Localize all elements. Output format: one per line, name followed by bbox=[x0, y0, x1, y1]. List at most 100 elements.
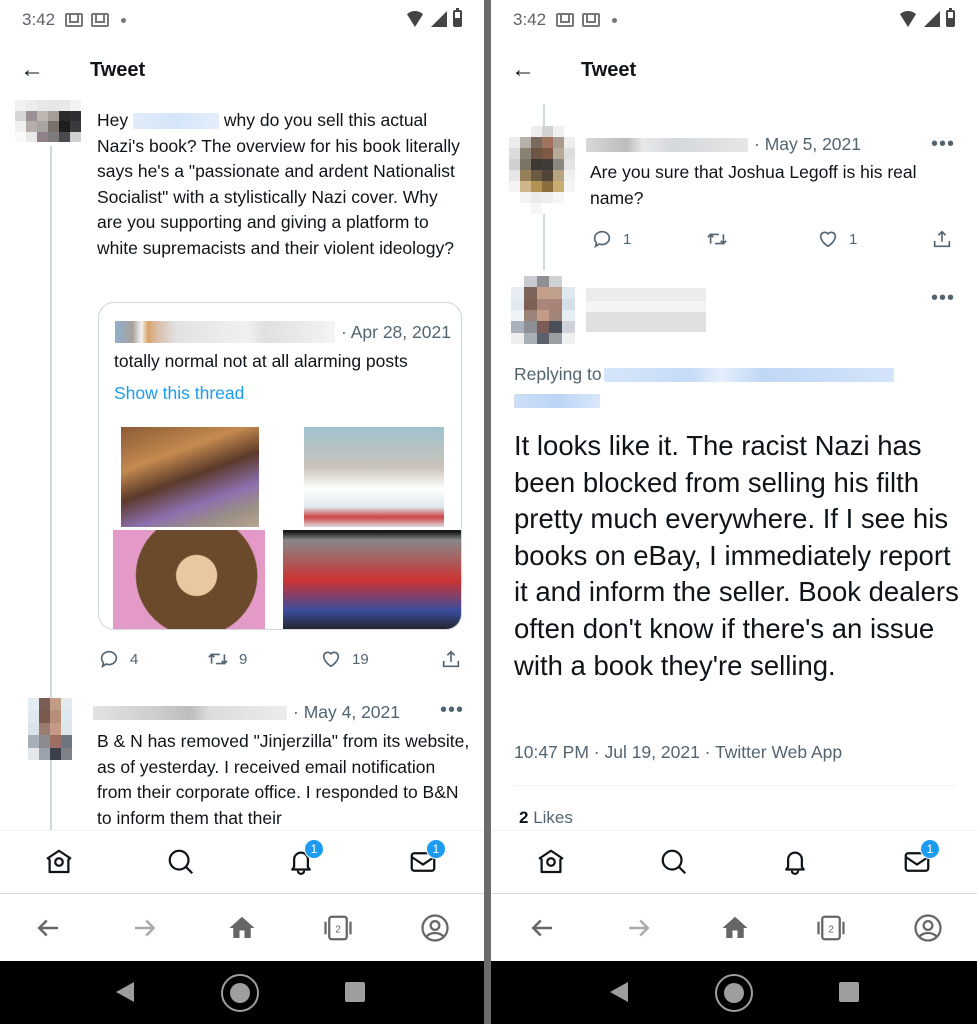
back-arrow-icon[interactable]: ← bbox=[20, 58, 44, 82]
more-options-icon[interactable]: ••• bbox=[931, 134, 955, 154]
blurred-author[interactable] bbox=[93, 705, 287, 720]
messages-tab[interactable]: 1 bbox=[902, 839, 940, 879]
browser-home-button[interactable] bbox=[227, 913, 257, 943]
illustration-image-4[interactable] bbox=[283, 530, 461, 629]
status-time: 3:42 bbox=[22, 10, 56, 29]
home-tab[interactable] bbox=[44, 847, 76, 879]
quote-date[interactable]: · Apr 28, 2021 bbox=[341, 322, 451, 343]
tweet-text: B & N has removed "Jinjerzilla" from its… bbox=[97, 731, 470, 828]
arrow-right-icon bbox=[629, 919, 650, 937]
status-time: 3:42 bbox=[513, 10, 547, 29]
browser-forward-button[interactable] bbox=[130, 913, 160, 943]
back-arrow-icon[interactable]: ← bbox=[511, 58, 535, 82]
battery-icon bbox=[946, 8, 955, 27]
parent-tweet-header: · May 5, 2021 bbox=[586, 134, 861, 155]
svg-text:2: 2 bbox=[828, 924, 834, 935]
browser-toolbar: 2 bbox=[491, 895, 977, 961]
divider bbox=[514, 785, 956, 786]
quoted-tweet-card[interactable]: · Apr 28, 2021 totally normal not at all… bbox=[98, 302, 462, 630]
browser-forward-button[interactable] bbox=[624, 913, 654, 943]
quote-text: totally normal not at all alarming posts bbox=[114, 351, 408, 371]
reply-button[interactable]: 1 bbox=[591, 228, 631, 250]
account-circle-icon bbox=[421, 914, 449, 942]
arrow-left-icon bbox=[531, 919, 552, 937]
account-circle-icon bbox=[914, 914, 942, 942]
retweet-icon bbox=[208, 653, 228, 665]
blurred-author[interactable] bbox=[115, 321, 335, 343]
tweet-date[interactable]: · May 4, 2021 bbox=[293, 702, 400, 723]
blurred-author[interactable] bbox=[586, 137, 748, 152]
status-bar: 3:42 bbox=[491, 0, 977, 40]
tabs-icon: 2 bbox=[324, 915, 352, 941]
blurred-mention[interactable] bbox=[133, 113, 219, 130]
browser-tabs-button[interactable]: 2 bbox=[323, 913, 353, 943]
right-phone-screen: 3:42 ← Tweet · May 5, 2021 ••• Are you s… bbox=[491, 0, 977, 1024]
tweet-text: Are you sure that Joshua Legoff is his r… bbox=[590, 162, 917, 208]
reply-icon bbox=[100, 650, 118, 669]
system-home-icon[interactable] bbox=[715, 974, 753, 1012]
blurred-author-name[interactable] bbox=[586, 288, 706, 332]
gmail-icon bbox=[556, 13, 575, 27]
tweet-timestamp[interactable]: 10:47 PM · Jul 19, 2021 · Twitter Web Ap… bbox=[514, 742, 842, 763]
blurred-mention[interactable] bbox=[514, 394, 600, 408]
browser-back-button[interactable] bbox=[33, 913, 63, 943]
notification-badge: 1 bbox=[304, 839, 324, 859]
browser-profile-button[interactable] bbox=[420, 913, 450, 943]
wifi-icon bbox=[405, 11, 425, 27]
likes-count-link[interactable]: 2 Likes bbox=[519, 808, 573, 828]
like-button[interactable]: 19 bbox=[320, 648, 369, 670]
top-app-bar: ← Tweet bbox=[0, 50, 484, 90]
retweet-button[interactable] bbox=[706, 228, 728, 250]
browser-back-button[interactable] bbox=[527, 913, 557, 943]
system-back-icon[interactable] bbox=[610, 982, 628, 1002]
search-tab[interactable] bbox=[659, 847, 691, 879]
page-title: Tweet bbox=[90, 58, 146, 81]
system-recents-icon[interactable] bbox=[345, 982, 365, 1002]
thread-line bbox=[543, 214, 545, 270]
show-thread-link[interactable]: Show this thread bbox=[114, 383, 244, 404]
notifications-tab[interactable]: 1 bbox=[286, 839, 324, 879]
system-navigation-bar bbox=[491, 961, 977, 1024]
gmail-icon bbox=[65, 13, 84, 27]
reply-button[interactable]: 4 bbox=[98, 648, 138, 670]
search-icon bbox=[168, 849, 194, 875]
focused-tweet-text: It looks like it. The racist Nazi has be… bbox=[514, 430, 959, 681]
tweet-date[interactable]: · May 5, 2021 bbox=[754, 134, 861, 155]
messages-tab[interactable]: 1 bbox=[408, 839, 446, 879]
messages-badge: 1 bbox=[920, 839, 940, 859]
more-options-icon[interactable]: ••• bbox=[931, 288, 955, 308]
home-tab[interactable] bbox=[536, 847, 568, 879]
avatar[interactable] bbox=[28, 698, 72, 760]
search-tab[interactable] bbox=[166, 847, 198, 879]
quote-media-grid[interactable] bbox=[99, 423, 461, 629]
avatar[interactable] bbox=[15, 100, 81, 142]
browser-profile-button[interactable] bbox=[913, 913, 943, 943]
cartoon-image-3[interactable] bbox=[113, 530, 265, 629]
bottom-tab-bar: 1 1 bbox=[0, 830, 484, 894]
browser-toolbar: 2 bbox=[0, 895, 484, 961]
system-recents-icon[interactable] bbox=[839, 982, 859, 1002]
more-options-icon[interactable]: ••• bbox=[440, 700, 464, 720]
notifications-tab[interactable] bbox=[780, 847, 812, 879]
blurred-mention[interactable] bbox=[603, 367, 894, 382]
replying-to: Replying to bbox=[514, 364, 894, 385]
system-back-icon[interactable] bbox=[116, 982, 134, 1002]
system-home-icon[interactable] bbox=[221, 974, 259, 1012]
browser-tabs-button[interactable]: 2 bbox=[816, 913, 846, 943]
left-phone-screen: 3:42 ← Tweet Hey why do you sell this ac… bbox=[0, 0, 484, 1024]
svg-text:2: 2 bbox=[335, 924, 341, 935]
share-button[interactable] bbox=[931, 228, 953, 250]
top-app-bar: ← Tweet bbox=[491, 50, 977, 90]
retweet-icon bbox=[707, 233, 727, 245]
comic-image-2[interactable] bbox=[304, 427, 444, 527]
like-button[interactable]: 1 bbox=[817, 228, 857, 250]
gmail-icon bbox=[91, 13, 110, 27]
page-title: Tweet bbox=[581, 58, 637, 81]
avatar[interactable] bbox=[509, 126, 575, 214]
browser-home-button[interactable] bbox=[720, 913, 750, 943]
retweet-button[interactable]: 9 bbox=[207, 648, 247, 670]
search-icon bbox=[661, 849, 687, 875]
cartoon-image-1[interactable] bbox=[121, 427, 259, 527]
share-button[interactable] bbox=[440, 648, 462, 670]
avatar[interactable] bbox=[511, 276, 575, 344]
